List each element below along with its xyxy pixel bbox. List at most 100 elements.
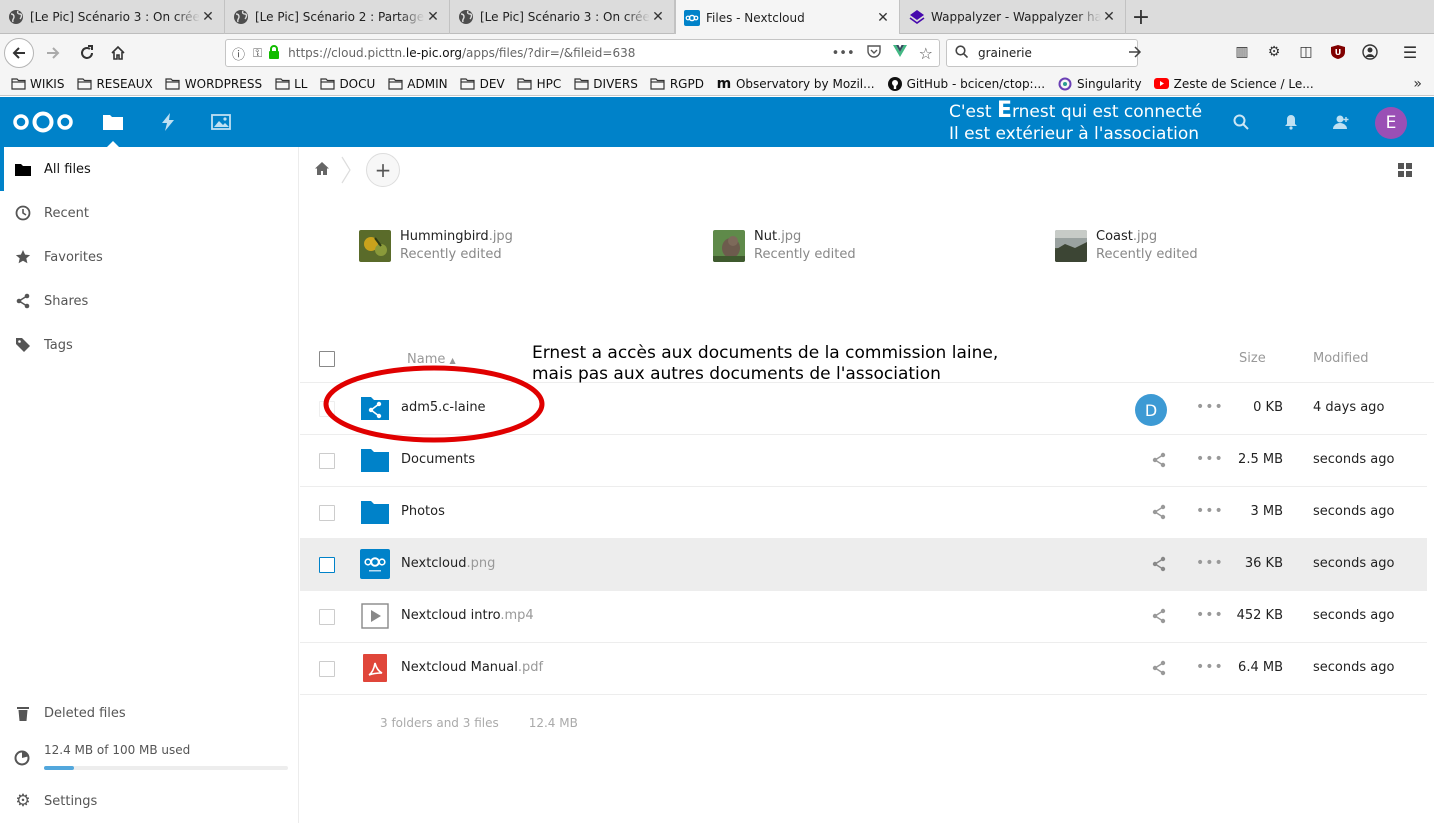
gallery-app-icon[interactable]: [208, 109, 234, 135]
sidebar-item-all-files[interactable]: All files: [0, 147, 299, 191]
lock-icon: [268, 44, 280, 62]
breadcrumb-home-icon[interactable]: [314, 161, 332, 179]
sidebar-item-recent[interactable]: Recent: [0, 191, 299, 235]
info-icon[interactable]: ⓘ: [232, 44, 245, 63]
nextcloud-logo-icon[interactable]: [12, 110, 74, 138]
browser-tab[interactable]: Wappalyzer - Wappalyzer has ✕: [901, 0, 1126, 34]
bookmark-folder[interactable]: HPC: [517, 77, 561, 91]
grid-view-icon[interactable]: [1398, 163, 1412, 177]
sidebar-item-tags[interactable]: Tags: [0, 323, 299, 367]
bookmark-link[interactable]: GitHub - bcicen/ctop:...: [887, 76, 1045, 91]
table-row[interactable]: Documents ••• 2.5 MB seconds ago: [300, 435, 1427, 487]
sidebar-toggle-icon[interactable]: ◫: [1296, 42, 1316, 62]
close-icon[interactable]: ✕: [650, 9, 666, 25]
search-bar[interactable]: [946, 39, 1142, 67]
search-input[interactable]: [978, 46, 1128, 60]
share-icon[interactable]: [1151, 556, 1167, 572]
file-name[interactable]: Nextcloud.png: [401, 556, 495, 571]
column-modified-header[interactable]: Modified: [1313, 351, 1368, 366]
row-checkbox[interactable]: [319, 609, 335, 625]
close-icon[interactable]: ✕: [1101, 9, 1117, 25]
close-icon[interactable]: ✕: [200, 9, 216, 25]
table-row[interactable]: Nextcloud.png ••• 36 KB seconds ago: [300, 539, 1427, 591]
share-icon[interactable]: [1151, 452, 1167, 468]
browser-tab[interactable]: [Le Pic] Scénario 2 : Partage de ✕: [225, 0, 450, 34]
share-icon[interactable]: [1151, 660, 1167, 676]
extension-gear-icon[interactable]: ⚙: [1264, 42, 1284, 62]
share-icon[interactable]: [1151, 504, 1167, 520]
url-bar[interactable]: ⓘ ⚿ https://cloud.picttn.le-pic.org/apps…: [225, 39, 940, 67]
browser-tab[interactable]: [Le Pic] Scénario 3 : On crée un ✕: [0, 0, 225, 34]
column-size-header[interactable]: Size: [1239, 351, 1266, 366]
folder-icon: [10, 77, 26, 90]
bookmark-link[interactable]: m Observatory by Mozil...: [716, 76, 875, 92]
table-row[interactable]: Nextcloud Manual.pdf ••• 6.4 MB seconds …: [300, 643, 1427, 695]
close-icon[interactable]: ✕: [425, 9, 441, 25]
sidebar-item-settings[interactable]: ⚙ Settings: [0, 779, 299, 823]
folder-icon: [361, 449, 389, 472]
activity-app-icon[interactable]: [155, 109, 181, 135]
star-bookmark-icon[interactable]: ☆: [919, 44, 933, 63]
sidebar-item-label: Settings: [44, 793, 98, 809]
account-icon[interactable]: [1360, 42, 1380, 62]
browser-tab-active[interactable]: Files - Nextcloud ✕: [675, 0, 900, 35]
bookmark-folder[interactable]: LL: [274, 77, 307, 91]
bookmark-folder[interactable]: DOCU: [319, 77, 375, 91]
sidebar-item-deleted-files[interactable]: Deleted files: [0, 691, 299, 735]
close-icon[interactable]: ✕: [875, 10, 891, 26]
back-button[interactable]: [4, 38, 34, 68]
new-file-button[interactable]: +: [366, 153, 400, 187]
recent-file[interactable]: Nut.jpg Recently edited: [713, 229, 856, 262]
bookmark-folder[interactable]: DIVERS: [573, 77, 638, 91]
sidebar-item-favorites[interactable]: Favorites: [0, 235, 299, 279]
forward-button[interactable]: [38, 38, 68, 68]
files-app-icon[interactable]: [100, 109, 126, 147]
recent-file[interactable]: Hummingbird.jpg Recently edited: [359, 229, 513, 262]
bookmark-link[interactable]: Zeste de Science / Le...: [1154, 77, 1314, 91]
bell-icon[interactable]: [1279, 110, 1303, 134]
table-row[interactable]: adm5.c-laine D ••• 0 KB 4 days ago: [300, 383, 1427, 435]
file-name[interactable]: Nextcloud Manual.pdf: [401, 660, 543, 675]
bookmark-folder[interactable]: WIKIS: [10, 77, 64, 91]
recent-file[interactable]: Coast.jpg Recently edited: [1055, 229, 1198, 262]
share-icon[interactable]: [1151, 608, 1167, 624]
sidebar-item-shares[interactable]: Shares: [0, 279, 299, 323]
bookmark-folder[interactable]: RESEAUX: [76, 77, 153, 91]
select-all-checkbox[interactable]: [319, 351, 335, 367]
pocket-icon[interactable]: [866, 44, 881, 62]
column-name-header[interactable]: Name ▲: [407, 352, 456, 367]
reload-button[interactable]: [72, 38, 102, 68]
file-name[interactable]: Documents: [401, 452, 475, 467]
file-name[interactable]: Nextcloud intro.mp4: [401, 608, 534, 623]
menu-icon[interactable]: ☰: [1400, 42, 1420, 62]
contacts-icon[interactable]: [1329, 110, 1353, 134]
file-name[interactable]: Photos: [401, 504, 445, 519]
file-name[interactable]: adm5.c-laine: [401, 400, 486, 415]
row-checkbox[interactable]: [319, 557, 335, 573]
row-checkbox[interactable]: [319, 453, 335, 469]
user-avatar[interactable]: E: [1375, 107, 1407, 139]
browser-tab[interactable]: [Le Pic] Scénario 3 : On crée un ✕: [450, 0, 675, 34]
bookmark-folder[interactable]: RGPD: [650, 77, 704, 91]
search-icon[interactable]: [1229, 110, 1253, 134]
library-icon[interactable]: ▥: [1232, 42, 1252, 62]
page-actions-icon[interactable]: •••: [832, 46, 855, 61]
row-checkbox[interactable]: [319, 401, 335, 417]
vue-devtools-icon[interactable]: [892, 45, 907, 61]
bookmark-folder[interactable]: ADMIN: [387, 77, 448, 91]
file-modified: seconds ago: [1313, 452, 1395, 467]
home-button[interactable]: [103, 38, 133, 68]
row-checkbox[interactable]: [319, 505, 335, 521]
table-row[interactable]: Photos ••• 3 MB seconds ago: [300, 487, 1427, 539]
ublock-icon[interactable]: U: [1328, 42, 1348, 62]
bookmark-folder[interactable]: WORDPRESS: [165, 77, 262, 91]
chevron-more-icon[interactable]: »: [1413, 76, 1422, 92]
search-go-icon[interactable]: [1128, 45, 1142, 61]
row-checkbox[interactable]: [319, 661, 335, 677]
table-row[interactable]: Nextcloud intro.mp4 ••• 452 KB seconds a…: [300, 591, 1427, 643]
bookmark-link[interactable]: Singularity: [1057, 77, 1142, 91]
file-size: 6.4 MB: [1238, 660, 1283, 675]
shared-user-avatar[interactable]: D: [1135, 394, 1167, 426]
bookmark-folder[interactable]: DEV: [460, 77, 505, 91]
new-tab-button[interactable]: +: [1128, 4, 1154, 30]
